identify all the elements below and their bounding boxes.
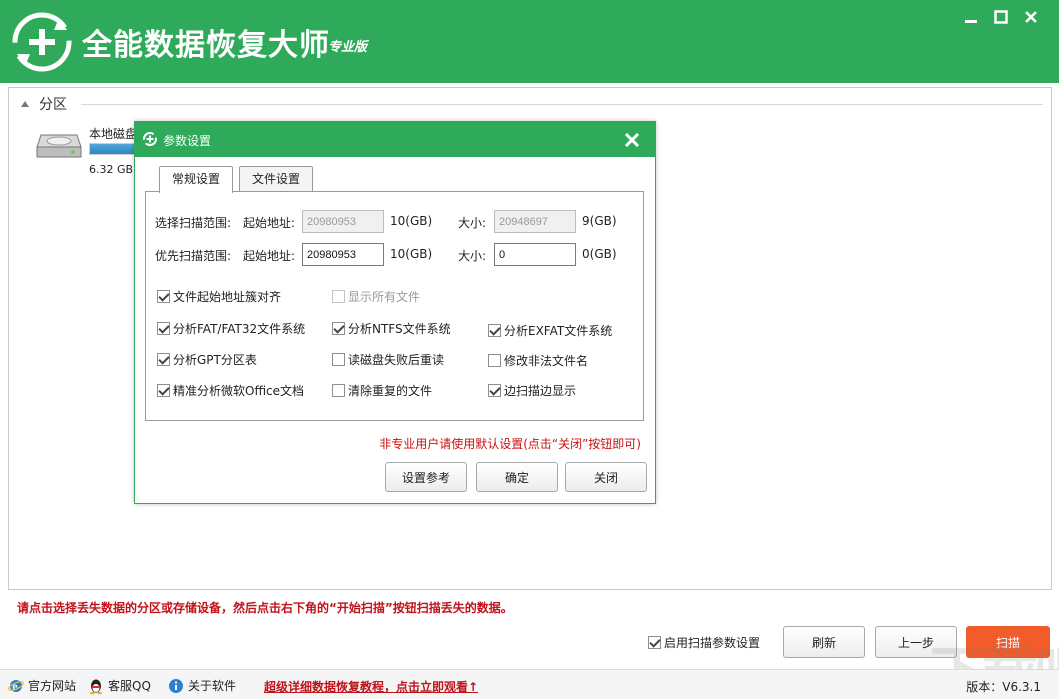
option-checkbox[interactable]: 文件起始地址簇对齐: [157, 288, 281, 305]
option-checkbox[interactable]: 修改非法文件名: [488, 352, 588, 369]
maximize-button[interactable]: [988, 4, 1014, 30]
checkbox-box[interactable]: [157, 384, 170, 397]
minimize-icon: [965, 20, 977, 23]
option-checkbox[interactable]: 显示所有文件: [332, 288, 420, 305]
dialog-close-button[interactable]: [624, 129, 640, 150]
scan-button[interactable]: 扫描: [966, 626, 1050, 658]
checkbox-box[interactable]: [648, 636, 661, 649]
option-label: 读磁盘失败后重读: [348, 353, 445, 367]
checkbox-box[interactable]: [332, 353, 345, 366]
checkbox-box[interactable]: [488, 324, 501, 337]
ie-browser-icon: e: [8, 679, 24, 693]
partition-header-label: 分区: [39, 97, 67, 113]
divider: [81, 104, 1043, 105]
option-label: 文件起始地址簇对齐: [173, 290, 282, 304]
qq-penguin-icon: [90, 679, 102, 694]
close-icon: [624, 132, 640, 148]
hard-drive-icon: [36, 134, 82, 158]
checkbox-box[interactable]: [157, 322, 170, 335]
params-dialog: 参数设置 常规设置 文件设置 选择扫描范围: 起始地址: 10(GB) 大小: …: [134, 121, 656, 504]
dialog-title: 参数设置: [163, 134, 212, 148]
info-icon: [169, 678, 183, 693]
previous-step-button[interactable]: 上一步: [875, 626, 957, 658]
scan-size-label: 大小:: [458, 216, 487, 230]
checkbox-box[interactable]: [488, 384, 501, 397]
checkbox-box[interactable]: [332, 322, 345, 335]
dialog-title-bar[interactable]: 参数设置: [135, 122, 655, 157]
official-website-label: 官方网站: [28, 679, 77, 693]
scan-start-label: 起始地址:: [243, 216, 296, 230]
collapse-arrow-icon[interactable]: [21, 101, 29, 107]
general-settings-panel: 选择扫描范围: 起始地址: 10(GB) 大小: 9(GB) 优先扫描范围: 起…: [145, 191, 644, 421]
app-logo-icon: [12, 12, 72, 72]
scan-size-unit: 9(GB): [582, 214, 617, 228]
maximize-icon: [994, 10, 1008, 24]
close-icon: [1025, 11, 1037, 23]
checkbox-box[interactable]: [332, 384, 345, 397]
disk-name: 本地磁盘: [89, 127, 138, 141]
option-checkbox[interactable]: 分析NTFS文件系统: [332, 320, 451, 337]
minimize-button[interactable]: [958, 4, 984, 30]
version-label: 版本：: [966, 680, 1003, 694]
option-checkbox[interactable]: 分析EXFAT文件系统: [488, 322, 612, 339]
priority-size-unit: 0(GB): [582, 247, 617, 261]
scan-start-unit: 10(GB): [390, 214, 433, 228]
about-software-link[interactable]: 关于软件: [168, 677, 236, 694]
priority-start-label: 起始地址:: [243, 249, 296, 263]
priority-start-unit: 10(GB): [390, 247, 433, 261]
default-settings-warning: 非专业用户请使用默认设置(点击“关闭”按钮即可): [379, 437, 641, 451]
close-window-button[interactable]: [1018, 4, 1044, 30]
priority-start-input[interactable]: [302, 243, 384, 266]
about-label: 关于软件: [188, 679, 237, 693]
partition-header[interactable]: 分区: [21, 94, 67, 114]
qq-label: 客服QQ: [108, 679, 151, 693]
option-checkbox[interactable]: 读磁盘失败后重读: [332, 351, 444, 368]
scan-size-input[interactable]: [494, 210, 576, 233]
refresh-button[interactable]: 刷新: [783, 626, 865, 658]
option-label: 分析FAT/FAT32文件系统: [173, 322, 306, 336]
checkbox-box[interactable]: [332, 290, 345, 303]
priority-size-label: 大小:: [458, 249, 487, 263]
option-label: 分析EXFAT文件系统: [504, 324, 613, 338]
tutorial-link[interactable]: 超级详细数据恢复教程，点击立即观看↑: [264, 678, 478, 695]
option-checkbox[interactable]: 分析GPT分区表: [157, 351, 257, 368]
option-checkbox[interactable]: 分析FAT/FAT32文件系统: [157, 320, 305, 337]
official-website-link[interactable]: e 官方网站: [8, 677, 76, 694]
instruction-hint: 请点击选择丢失数据的分区或存储设备，然后点击右下角的“开始扫描”按钮扫描丢失的数…: [17, 601, 513, 615]
option-label: 分析GPT分区表: [173, 353, 257, 367]
priority-size-input[interactable]: [494, 243, 576, 266]
option-label: 精准分析微软Office文档: [173, 384, 305, 398]
option-checkbox[interactable]: 精准分析微软Office文档: [157, 382, 304, 399]
status-bar: e 官方网站 客服QQ 关于软件 超级详细数据恢复教程，点击立即观看↑ 版本：V…: [0, 669, 1059, 699]
enable-params-label: 启用扫描参数设置: [664, 636, 761, 650]
option-checkbox[interactable]: 边扫描边显示: [488, 382, 576, 399]
option-label: 修改非法文件名: [504, 354, 589, 368]
priority-range-label: 优先扫描范围:: [155, 249, 232, 263]
settings-reference-button[interactable]: 设置参考: [385, 462, 467, 492]
scan-start-input[interactable]: [302, 210, 384, 233]
option-label: 边扫描边显示: [504, 384, 577, 398]
version-info: 版本：V6.3.1: [966, 678, 1041, 695]
title-bar: 全能数据恢复大师 专业版: [0, 0, 1059, 83]
dialog-cancel-button[interactable]: 关闭: [565, 462, 647, 492]
enable-params-checkbox[interactable]: 启用扫描参数设置: [648, 634, 760, 651]
version-value: V6.3.1: [1002, 680, 1041, 694]
option-label: 清除重复的文件: [348, 384, 433, 398]
customer-service-qq-link[interactable]: 客服QQ: [88, 677, 151, 694]
tab-file-settings[interactable]: 文件设置: [239, 166, 314, 192]
app-logo-small-icon: [143, 132, 157, 146]
checkbox-box[interactable]: [157, 353, 170, 366]
option-label: 分析NTFS文件系统: [348, 322, 451, 336]
option-label: 显示所有文件: [348, 290, 421, 304]
app-title: 全能数据恢复大师: [82, 28, 330, 63]
ok-button[interactable]: 确定: [476, 462, 558, 492]
option-checkbox[interactable]: 清除重复的文件: [332, 382, 432, 399]
scan-range-label: 选择扫描范围:: [155, 216, 232, 230]
checkbox-box[interactable]: [488, 354, 501, 367]
app-edition: 专业版: [328, 40, 368, 55]
tab-general-settings[interactable]: 常规设置: [159, 166, 234, 193]
checkbox-box[interactable]: [157, 290, 170, 303]
